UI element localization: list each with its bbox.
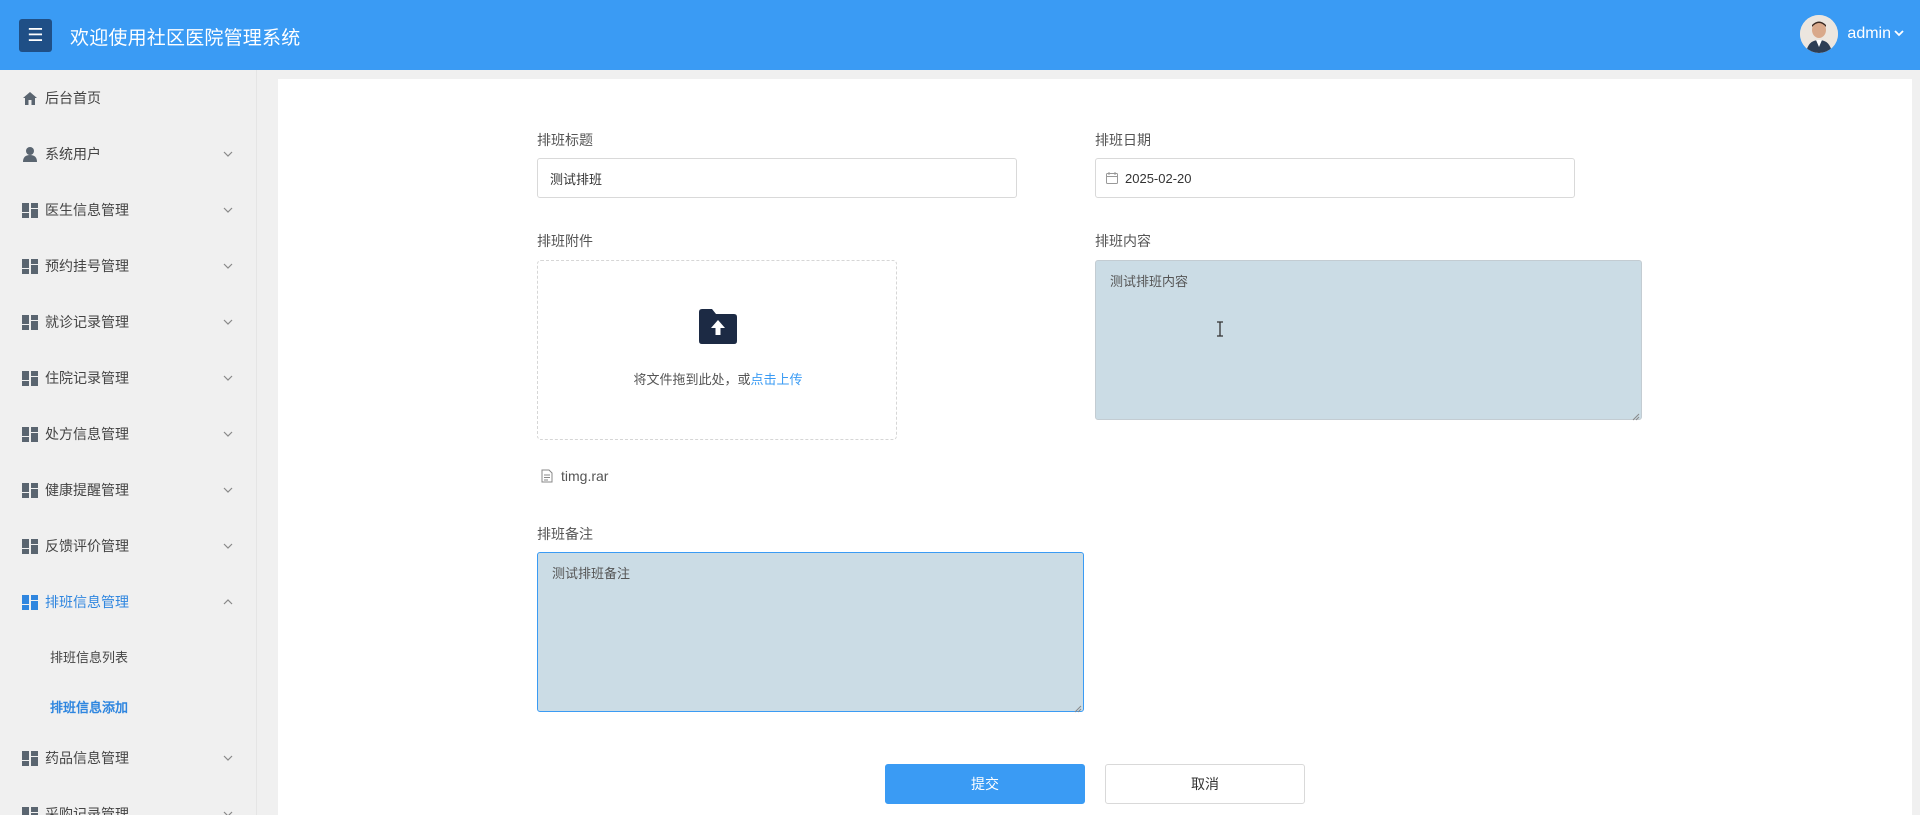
schedule-date-picker[interactable]: 2025-02-20 — [1095, 158, 1575, 198]
schedule-date-label: 排班日期 — [1095, 133, 1151, 149]
chevron-down-icon — [222, 752, 234, 764]
sidebar-subitem-schedule-list[interactable]: 排班信息列表 — [50, 647, 128, 666]
submit-button[interactable]: 提交 — [885, 764, 1085, 804]
chevron-down-icon — [222, 540, 234, 552]
username: admin — [1847, 25, 1891, 42]
upload-instructions: 将文件拖到此处，或点击上传 — [538, 369, 898, 388]
sidebar-item-label: 健康提醒管理 — [45, 483, 129, 499]
sidebar-item-appointments[interactable]: 预约挂号管理 — [0, 246, 256, 286]
chevron-down-icon — [222, 484, 234, 496]
upload-prompt: 将文件拖到此处，或 — [633, 373, 751, 388]
sidebar-item-medicine[interactable]: 药品信息管理 — [0, 738, 256, 778]
sidebar-item-label: 系统用户 — [45, 147, 101, 163]
uploaded-file-item[interactable]: timg.rar — [541, 468, 608, 484]
sidebar-item-label: 预约挂号管理 — [45, 259, 129, 275]
sidebar-item-purchase[interactable]: 采购记录管理 — [0, 794, 256, 815]
resize-grip-icon[interactable] — [1632, 410, 1640, 421]
sidebar-subitem-schedule-add[interactable]: 排班信息添加 — [50, 697, 128, 716]
schedule-content-value: 测试排班内容 — [1110, 275, 1189, 290]
grid-icon — [22, 258, 38, 274]
grid-icon — [22, 538, 38, 554]
sidebar-item-doctor-info[interactable]: 医生信息管理 — [0, 190, 256, 230]
top-header: ☰ 欢迎使用社区医院管理系统 admin — [0, 0, 1920, 70]
sidebar: 后台首页 系统用户 医生信息管理 预约挂号管理 就诊记录管理 住院记录管理 处方… — [0, 70, 256, 815]
chevron-down-icon — [222, 808, 234, 815]
schedule-title-label: 排班标题 — [537, 133, 593, 149]
chevron-down-icon — [222, 260, 234, 272]
grid-icon — [22, 594, 38, 610]
upload-click-link[interactable]: 点击上传 — [751, 373, 803, 388]
app-title: 欢迎使用社区医院管理系统 — [70, 27, 301, 49]
folder-upload-icon — [697, 306, 739, 346]
chevron-up-icon — [222, 596, 234, 608]
sidebar-item-label: 医生信息管理 — [45, 203, 129, 219]
chevron-down-icon — [1894, 28, 1904, 40]
sidebar-item-prescriptions[interactable]: 处方信息管理 — [0, 414, 256, 454]
sidebar-item-label: 就诊记录管理 — [45, 315, 129, 331]
sidebar-item-label: 处方信息管理 — [45, 427, 129, 443]
schedule-content-textarea[interactable]: 测试排班内容 — [1095, 260, 1642, 421]
sidebar-item-label: 药品信息管理 — [45, 751, 129, 767]
grid-icon — [22, 482, 38, 498]
schedule-remark-label: 排班备注 — [537, 527, 593, 543]
text-cursor-icon — [1215, 321, 1225, 337]
resize-grip-icon[interactable] — [1074, 702, 1082, 713]
schedule-title-value: 测试排班 — [550, 171, 603, 187]
sidebar-item-label: 采购记录管理 — [45, 807, 129, 815]
sidebar-item-schedule[interactable]: 排班信息管理 — [0, 582, 256, 622]
schedule-attachment-label: 排班附件 — [537, 234, 593, 250]
user-icon — [22, 146, 38, 162]
sidebar-item-visit-records[interactable]: 就诊记录管理 — [0, 302, 256, 342]
file-upload-dropzone[interactable]: 将文件拖到此处，或点击上传 — [537, 260, 897, 440]
cancel-button[interactable]: 取消 — [1105, 764, 1305, 804]
avatar[interactable] — [1800, 15, 1839, 53]
chevron-down-icon — [222, 148, 234, 160]
schedule-title-input[interactable]: 测试排班 — [537, 158, 1017, 198]
grid-icon — [22, 750, 38, 766]
sidebar-item-label: 后台首页 — [45, 91, 101, 107]
calendar-icon — [1106, 172, 1118, 184]
chevron-down-icon — [222, 428, 234, 440]
schedule-content-label: 排班内容 — [1095, 234, 1151, 250]
grid-icon — [22, 314, 38, 330]
chevron-down-icon — [222, 316, 234, 328]
schedule-remark-textarea[interactable]: 测试排班备注 — [537, 552, 1084, 713]
grid-icon — [22, 370, 38, 386]
uploaded-file-name: timg.rar — [561, 468, 609, 484]
sidebar-item-hospitalization[interactable]: 住院记录管理 — [0, 358, 256, 398]
home-icon — [22, 90, 38, 106]
chevron-down-icon — [222, 372, 234, 384]
menu-toggle-button[interactable]: ☰ — [19, 19, 52, 52]
sidebar-item-label: 住院记录管理 — [45, 371, 129, 387]
sidebar-item-feedback[interactable]: 反馈评价管理 — [0, 526, 256, 566]
grid-icon — [22, 426, 38, 442]
sidebar-item-label: 反馈评价管理 — [45, 539, 129, 555]
sidebar-item-home[interactable]: 后台首页 — [0, 78, 256, 118]
grid-icon — [22, 202, 38, 218]
sidebar-item-system-users[interactable]: 系统用户 — [0, 134, 256, 174]
user-menu[interactable]: admin — [1800, 15, 1904, 53]
hamburger-icon: ☰ — [27, 25, 44, 46]
main-panel: 排班标题 测试排班 排班日期 2025-02-20 排班附件 将文件拖到此处，或… — [278, 79, 1912, 815]
sidebar-item-label: 排班信息管理 — [45, 595, 129, 611]
grid-icon — [22, 806, 38, 815]
schedule-remark-value: 测试排班备注 — [552, 567, 631, 582]
schedule-date-value: 2025-02-20 — [1125, 170, 1192, 186]
chevron-down-icon — [222, 204, 234, 216]
sidebar-item-health-reminders[interactable]: 健康提醒管理 — [0, 470, 256, 510]
document-icon — [541, 469, 553, 483]
sidebar-divider — [256, 70, 257, 815]
